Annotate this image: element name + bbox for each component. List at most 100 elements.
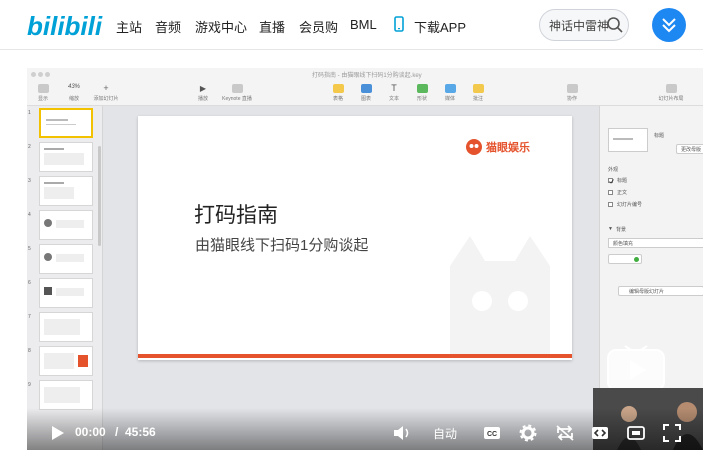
toolbar-zoom: 43% 缩放 [63, 84, 85, 102]
text-icon: T [391, 83, 397, 93]
current-time: 00:00 [75, 425, 106, 439]
slide-number: 7 [28, 314, 31, 320]
play-icon: ▶ [199, 84, 207, 93]
nav-item-bml[interactable]: BML [350, 17, 377, 32]
toolbar-slide-layout: 幻灯片布局 [651, 84, 691, 102]
slide-number: 2 [28, 144, 31, 150]
nav-item-live[interactable]: 直播 [259, 17, 285, 36]
nav-item-game-center[interactable]: 游戏中心 [195, 17, 247, 36]
widescreen-icon[interactable] [627, 425, 645, 441]
phone-icon [394, 16, 404, 32]
slide-number: 3 [28, 178, 31, 184]
slide-subtitle: 由猫眼线下扫码1分购谈起 [195, 237, 369, 254]
slide-number: 6 [28, 280, 31, 286]
shape-icon [416, 84, 428, 93]
video-player[interactable]: 打码指南 - 由猫眼线下扫码1分购谈起.key 显示 43% 缩放 + 添加幻灯片 … [27, 68, 703, 450]
maoyan-logo-text: 猫眼娱乐 [486, 142, 530, 154]
fill-select[interactable]: 颜色填充 [608, 238, 703, 248]
slide-thumbnail[interactable] [39, 312, 93, 342]
subtitle-icon[interactable]: CC [483, 426, 501, 440]
toolbar-play: ▶ 播放 [197, 84, 208, 102]
toolbar-view: 显示 [33, 84, 53, 102]
slide-number-option-label: 幻灯片编号 [617, 202, 643, 208]
color-well[interactable] [608, 254, 642, 264]
slide-thumbnail[interactable] [39, 176, 93, 206]
edit-master-button[interactable]: 编辑母版幻灯片 [618, 286, 703, 296]
toolbar-table: 表格 [329, 84, 347, 102]
table-icon [332, 84, 344, 93]
double-chevron-down-icon [662, 18, 676, 33]
slide-layout-icon [665, 84, 677, 93]
current-slide[interactable]: 猫眼娱乐 打码指南 由猫眼线下扫码1分购谈起 [138, 116, 572, 360]
svg-text:CC: CC [487, 431, 497, 438]
navigator-scrollbar[interactable] [98, 146, 101, 246]
slide-title: 打码指南 [194, 204, 278, 227]
minimize-dot-icon [38, 72, 43, 77]
slide-thumbnail[interactable] [39, 244, 93, 274]
search-icon[interactable] [606, 16, 624, 34]
slide-number-checkbox[interactable] [608, 202, 613, 207]
body-option-label: 正文 [617, 190, 628, 196]
comment-icon [472, 84, 484, 93]
body-checkbox[interactable] [608, 190, 613, 195]
keynote-document-title: 打码指南 - 由猫眼线下扫码1分购谈起.key [312, 73, 422, 79]
keynote-live-icon [231, 84, 243, 93]
slide-accent-bar [138, 354, 572, 358]
nav-item-main[interactable]: 主站 [116, 17, 142, 36]
layout-name: 标题 [654, 133, 665, 139]
search-input[interactable]: 神话中雷神 [549, 17, 611, 34]
time-separator: / [115, 425, 119, 439]
zoom-value: 43% [67, 84, 80, 90]
toolbar-shape: 形状 [413, 84, 431, 102]
volume-icon[interactable] [393, 425, 411, 441]
maoyan-cat-icon [466, 139, 482, 155]
loop-off-icon[interactable] [555, 424, 575, 442]
play-icon[interactable] [49, 425, 65, 441]
total-duration: 45:56 [125, 425, 156, 439]
title-checkbox[interactable] [608, 178, 614, 184]
collaborate-icon [566, 84, 578, 93]
slide-number: 5 [28, 246, 31, 252]
check-icon [609, 179, 614, 184]
toolbar-keynote-live: Keynote 直播 [219, 84, 255, 102]
nav-item-mall[interactable]: 会员购 [299, 17, 338, 36]
player-controls: 00:00 / 45:56 自动 CC [27, 408, 703, 450]
svg-text:bilibili: bilibili [27, 11, 103, 41]
settings-gear-icon[interactable] [519, 424, 537, 442]
slide-number: 8 [28, 348, 31, 354]
slide-thumbnail[interactable] [39, 278, 93, 308]
slide-thumbnail[interactable] [39, 380, 93, 410]
download-button[interactable] [652, 8, 686, 42]
big-play-icon[interactable] [605, 344, 667, 392]
bilibili-logo[interactable]: bilibili [27, 6, 103, 44]
nav-item-download-app[interactable]: 下载APP [414, 17, 466, 36]
quality-auto-button[interactable]: 自动 [433, 425, 457, 442]
layout-preview[interactable] [608, 128, 648, 152]
pip-icon[interactable] [591, 425, 609, 441]
zoom-dot-icon [45, 72, 50, 77]
search-box[interactable]: 神话中雷神 [539, 9, 629, 41]
toolbar-add-slide: + 添加幻灯片 [93, 83, 119, 103]
slide-thumbnail[interactable] [39, 108, 93, 138]
toolbar-chart: 图表 [357, 84, 375, 102]
nav-item-audio[interactable]: 音频 [155, 17, 181, 36]
close-dot-icon [31, 72, 36, 77]
chevron-down-icon: ▼ [608, 226, 613, 232]
slide-number: 9 [28, 382, 31, 388]
fullscreen-icon[interactable] [663, 424, 681, 442]
keynote-toolbar: 显示 43% 缩放 + 添加幻灯片 ▶ 播放 Keynote 直播 表格 图表 T 文本… [27, 80, 703, 106]
maoyan-logo: 猫眼娱乐 [465, 138, 535, 156]
appearance-heading: 外观 [608, 167, 619, 173]
slide-thumbnail[interactable] [39, 346, 93, 376]
keynote-title-bar: 打码指南 - 由猫眼线下扫码1分购谈起.key [27, 68, 703, 80]
top-navbar: bilibili 主站 音频 游戏中心 直播 会员购 BML 下载APP 神话中… [0, 0, 703, 50]
slide-thumbnail[interactable] [39, 210, 93, 240]
toolbar-text: T 文本 [388, 83, 399, 103]
background-heading: 背景 [616, 227, 627, 233]
slide-thumbnail[interactable] [39, 142, 93, 172]
cat-watermark-icon [450, 236, 550, 356]
media-icon [444, 84, 456, 93]
slide-number: 1 [28, 110, 31, 116]
change-master-button[interactable]: 更改母版 [676, 144, 703, 154]
toolbar-collaborate: 协作 [563, 84, 581, 102]
